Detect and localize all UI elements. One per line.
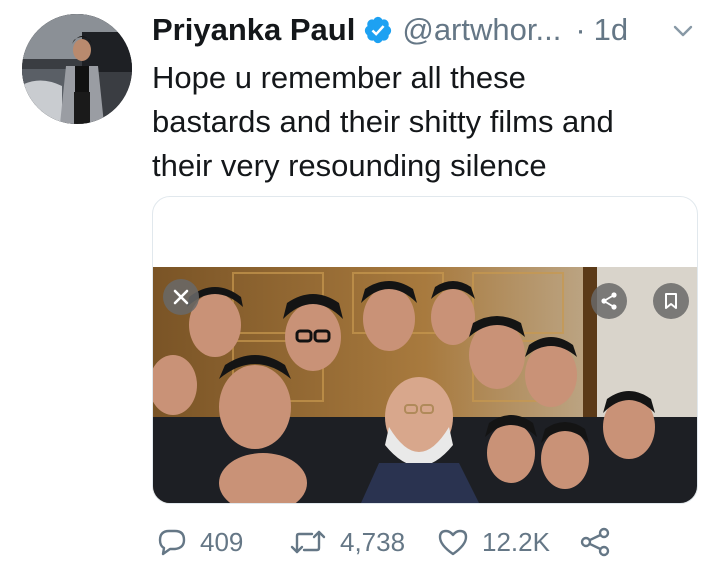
photo-bookmark-button[interactable] <box>653 283 689 319</box>
avatar[interactable] <box>22 14 132 124</box>
reply-icon <box>156 526 188 558</box>
chevron-down-icon[interactable] <box>671 19 695 43</box>
author-handle[interactable]: @artwhor... <box>402 12 561 48</box>
tweet-timestamp[interactable]: 1d <box>594 12 628 48</box>
heart-icon <box>436 526 470 558</box>
reply-button[interactable]: 409 <box>156 520 243 564</box>
tweet-header: Priyanka Paul @artwhor... · 1d <box>152 10 707 50</box>
close-icon <box>172 288 190 306</box>
tweet-actions: 409 4,738 12.2K <box>152 520 712 564</box>
retweet-button[interactable]: 4,738 <box>288 520 405 564</box>
reply-count: 409 <box>200 526 244 557</box>
share-icon <box>599 291 619 311</box>
bookmark-icon <box>662 292 680 310</box>
photo-share-button[interactable] <box>591 283 627 319</box>
retweet-count: 4,738 <box>340 526 406 557</box>
verified-badge-icon <box>363 15 393 45</box>
like-button[interactable]: 12.2K <box>436 520 550 564</box>
share-button[interactable] <box>578 520 612 564</box>
photo-close-button[interactable] <box>163 279 199 315</box>
tweet-text: Hope u remember all these bastards and t… <box>152 60 614 183</box>
share-icon <box>578 526 612 558</box>
retweet-icon <box>288 526 328 558</box>
author-name[interactable]: Priyanka Paul <box>152 12 355 48</box>
like-count: 12.2K <box>482 526 550 557</box>
separator-dot: · <box>575 12 586 47</box>
media-card[interactable] <box>152 196 698 504</box>
